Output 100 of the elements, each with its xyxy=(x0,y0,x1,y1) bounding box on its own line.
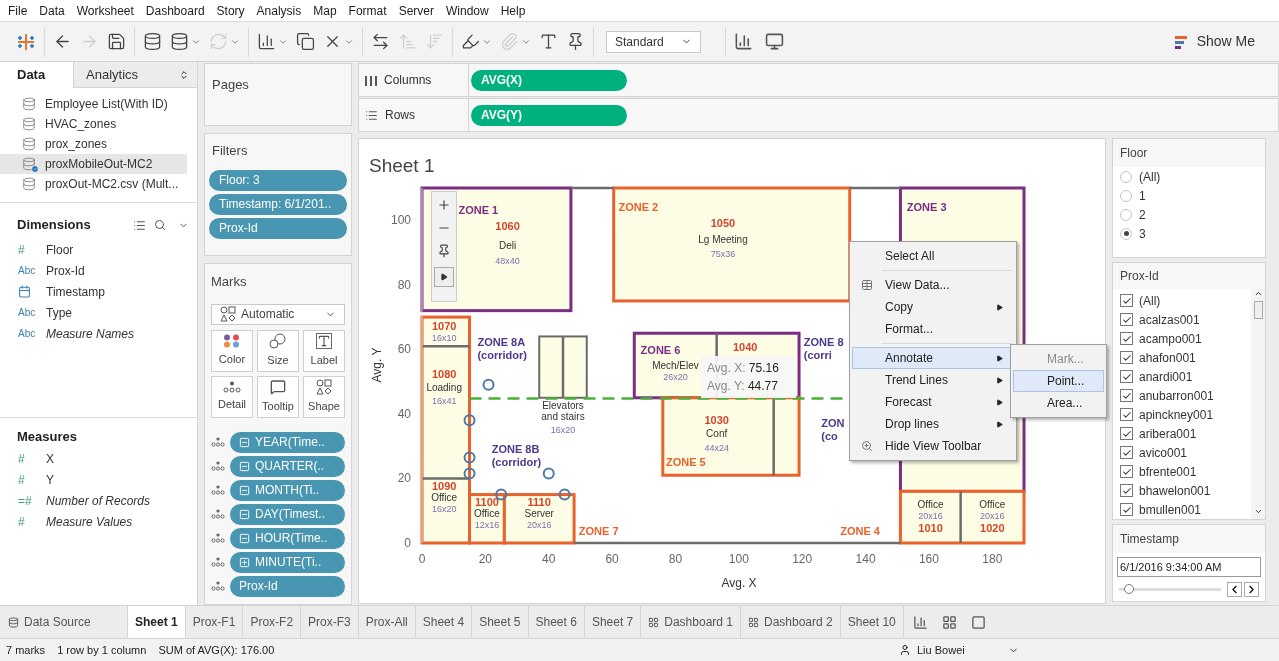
radio-button[interactable] xyxy=(1120,189,1132,202)
marks-card-button[interactable]: Detail xyxy=(211,375,253,418)
data-point[interactable] xyxy=(463,451,476,464)
field-name[interactable]: Prox-Id xyxy=(46,261,85,280)
menu-item[interactable]: Forecast xyxy=(852,391,1014,413)
collapse-icon[interactable] xyxy=(239,508,250,520)
data-source-item[interactable]: proxOut-MC2.csv (Mult... xyxy=(0,174,187,194)
menu-item[interactable]: View Data... xyxy=(852,274,1014,296)
checkbox[interactable] xyxy=(1120,389,1133,402)
marks-card-button[interactable]: Label xyxy=(303,329,345,372)
data-source-item[interactable]: proxMobileOut-MC2 xyxy=(0,154,187,174)
data-source-item[interactable]: prox_zones xyxy=(0,134,187,154)
collapse-icon[interactable] xyxy=(239,436,250,448)
new-story-icon[interactable] xyxy=(970,614,986,630)
data-point[interactable] xyxy=(463,467,476,480)
expand-icon[interactable] xyxy=(239,556,250,568)
text-icon[interactable] xyxy=(539,32,558,51)
copy-icon[interactable] xyxy=(296,32,315,51)
search-icon[interactable] xyxy=(154,219,166,231)
menu-item[interactable]: Story xyxy=(210,1,251,20)
user-menu[interactable]: Liu Bowei xyxy=(899,641,1019,659)
next-button[interactable] xyxy=(1244,582,1259,597)
radio-button[interactable] xyxy=(1120,208,1132,221)
new-worksheet-icon[interactable] xyxy=(912,614,928,630)
save-icon[interactable] xyxy=(107,32,126,51)
collapse-icon[interactable] xyxy=(239,484,250,496)
database-icon[interactable] xyxy=(170,32,189,51)
list-icon[interactable] xyxy=(133,218,146,232)
mark-type-dropdown[interactable]: Automatic xyxy=(211,303,345,325)
field-name[interactable]: Measure Names xyxy=(46,324,135,343)
scroll-up-icon[interactable] xyxy=(1253,289,1263,298)
radio-button[interactable] xyxy=(1120,227,1132,240)
field-name[interactable]: Measure Values xyxy=(46,512,133,531)
collapse-icon[interactable] xyxy=(239,460,250,472)
field-name[interactable]: Y xyxy=(46,470,54,489)
field-name[interactable]: Floor xyxy=(46,240,74,259)
slider-thumb[interactable] xyxy=(1124,584,1135,594)
field-name[interactable]: Number of Records xyxy=(46,491,151,510)
checkbox[interactable] xyxy=(1120,446,1133,459)
menu-item[interactable]: Dashboard xyxy=(139,1,211,20)
radio-button[interactable] xyxy=(1120,170,1132,183)
menu-item[interactable]: Point... xyxy=(1013,370,1104,392)
menu-item[interactable]: Window xyxy=(439,1,495,20)
field-name[interactable]: X xyxy=(46,449,54,468)
show-me-button[interactable]: Show Me xyxy=(1174,31,1255,52)
data-point[interactable] xyxy=(558,488,571,501)
menu-item[interactable]: Format... xyxy=(852,318,1014,340)
view-size-dropdown[interactable]: Standard xyxy=(606,30,701,53)
menu-item[interactable]: Trend Lines xyxy=(852,369,1014,391)
bar-chart-icon[interactable] xyxy=(257,32,276,51)
menu-item[interactable]: File xyxy=(2,1,34,20)
data-point[interactable] xyxy=(542,467,555,480)
marks-card-button[interactable]: Size xyxy=(257,329,299,372)
pane-tab[interactable]: Data xyxy=(0,62,73,88)
menu-item[interactable]: Data xyxy=(33,1,71,20)
zoom-in-icon[interactable] xyxy=(437,198,451,212)
sort-arrows-icon[interactable] xyxy=(179,69,189,80)
data-source-item[interactable]: HVAC_zones xyxy=(0,114,187,134)
menu-item[interactable]: Format xyxy=(342,1,393,20)
checkbox[interactable] xyxy=(1120,465,1133,478)
menu-item[interactable]: Drop lines xyxy=(852,413,1014,435)
back-arrow-icon[interactable] xyxy=(53,32,72,51)
swap-icon[interactable] xyxy=(371,32,390,51)
menu-item[interactable]: Area... xyxy=(1013,392,1104,414)
checkbox[interactable] xyxy=(1120,503,1133,516)
menu-item[interactable]: Analysis xyxy=(250,1,308,20)
field-name[interactable]: Type xyxy=(46,303,72,322)
marks-card-button[interactable]: Tooltip xyxy=(257,375,299,418)
field-name[interactable]: Timestamp xyxy=(46,282,105,301)
data-source-item[interactable]: Employee List(With ID) xyxy=(0,94,187,114)
menu-item[interactable]: Help xyxy=(494,1,532,20)
logo-icon[interactable] xyxy=(16,31,36,52)
checkbox[interactable] xyxy=(1120,427,1133,440)
new-dashboard-icon[interactable] xyxy=(941,614,957,630)
scrollbar-thumb[interactable] xyxy=(1253,301,1263,319)
pin-icon[interactable] xyxy=(566,32,585,51)
database-icon[interactable] xyxy=(143,32,162,51)
menu-item[interactable]: Hide View Toolbar xyxy=(852,435,1014,457)
sheet-tab[interactable]: Sheet 1 xyxy=(128,606,186,638)
play-button[interactable] xyxy=(434,267,454,287)
data-point[interactable] xyxy=(482,378,495,391)
pin-icon[interactable] xyxy=(437,244,451,258)
scroll-down-icon[interactable] xyxy=(1253,507,1263,516)
data-point[interactable] xyxy=(463,414,476,427)
menu-item[interactable]: Select All xyxy=(852,245,1014,267)
cards-icon[interactable] xyxy=(734,32,753,51)
collapse-icon[interactable] xyxy=(239,532,250,544)
pane-tab[interactable]: Analytics xyxy=(73,62,179,88)
checkbox[interactable] xyxy=(1120,294,1133,307)
previous-button[interactable] xyxy=(1227,582,1242,597)
marks-card-button[interactable]: Shape xyxy=(303,375,345,418)
menu-item[interactable]: Server xyxy=(392,1,440,20)
checkbox[interactable] xyxy=(1120,313,1133,326)
menu-item[interactable]: Copy xyxy=(852,296,1014,318)
menu-item[interactable]: Worksheet xyxy=(70,1,140,20)
checkbox[interactable] xyxy=(1120,408,1133,421)
checkbox[interactable] xyxy=(1120,484,1133,497)
menu-item[interactable]: Map xyxy=(307,1,343,20)
checkbox[interactable] xyxy=(1120,351,1133,364)
date-field[interactable]: 6/1/2016 9:34:00 AM xyxy=(1117,557,1261,577)
